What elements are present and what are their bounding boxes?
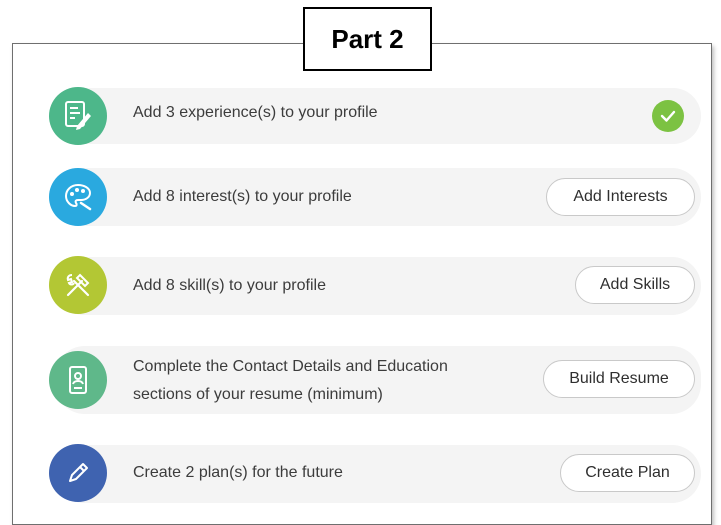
pencil-icon [49, 444, 107, 502]
task-text-experience: Add 3 experience(s) to your profile [133, 104, 378, 121]
task-text-skills: Add 8 skill(s) to your profile [133, 277, 326, 294]
document-edit-icon [49, 87, 107, 145]
create-plan-button[interactable]: Create Plan [560, 454, 695, 492]
tools-icon [49, 256, 107, 314]
palette-icon [49, 168, 107, 226]
part-label: Part 2 [303, 7, 432, 71]
task-text-resume-line2: sections of your resume (minimum) [133, 386, 383, 403]
resume-icon [49, 351, 107, 409]
check-icon [652, 100, 684, 132]
add-interests-button[interactable]: Add Interests [546, 178, 695, 216]
task-text-resume-line1: Complete the Contact Details and Educati… [133, 358, 448, 375]
task-text-interests: Add 8 interest(s) to your profile [133, 188, 352, 205]
build-resume-button[interactable]: Build Resume [543, 360, 695, 398]
add-skills-button[interactable]: Add Skills [575, 266, 695, 304]
task-text-plan: Create 2 plan(s) for the future [133, 464, 343, 481]
